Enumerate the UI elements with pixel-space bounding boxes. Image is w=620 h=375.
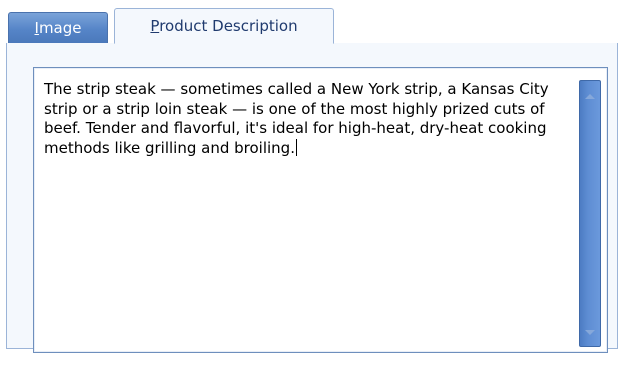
product-description-memo[interactable]: The strip steak — sometimes called a New… <box>33 67 608 353</box>
chevron-up-icon[interactable] <box>580 87 600 105</box>
tab-strip: Image Product Description <box>6 6 618 44</box>
product-editor: Image Product Description The strip stea… <box>0 0 620 375</box>
memo-text[interactable]: The strip steak — sometimes called a New… <box>44 80 564 158</box>
tab-image[interactable]: Image <box>8 12 108 44</box>
chevron-down-icon[interactable] <box>580 324 600 342</box>
tab-product-description[interactable]: Product Description <box>114 8 334 44</box>
tab-image-label: Image <box>34 19 82 37</box>
vertical-scrollbar[interactable] <box>579 80 601 347</box>
tab-product-description-label: Product Description <box>150 17 298 35</box>
text-caret <box>295 138 297 156</box>
